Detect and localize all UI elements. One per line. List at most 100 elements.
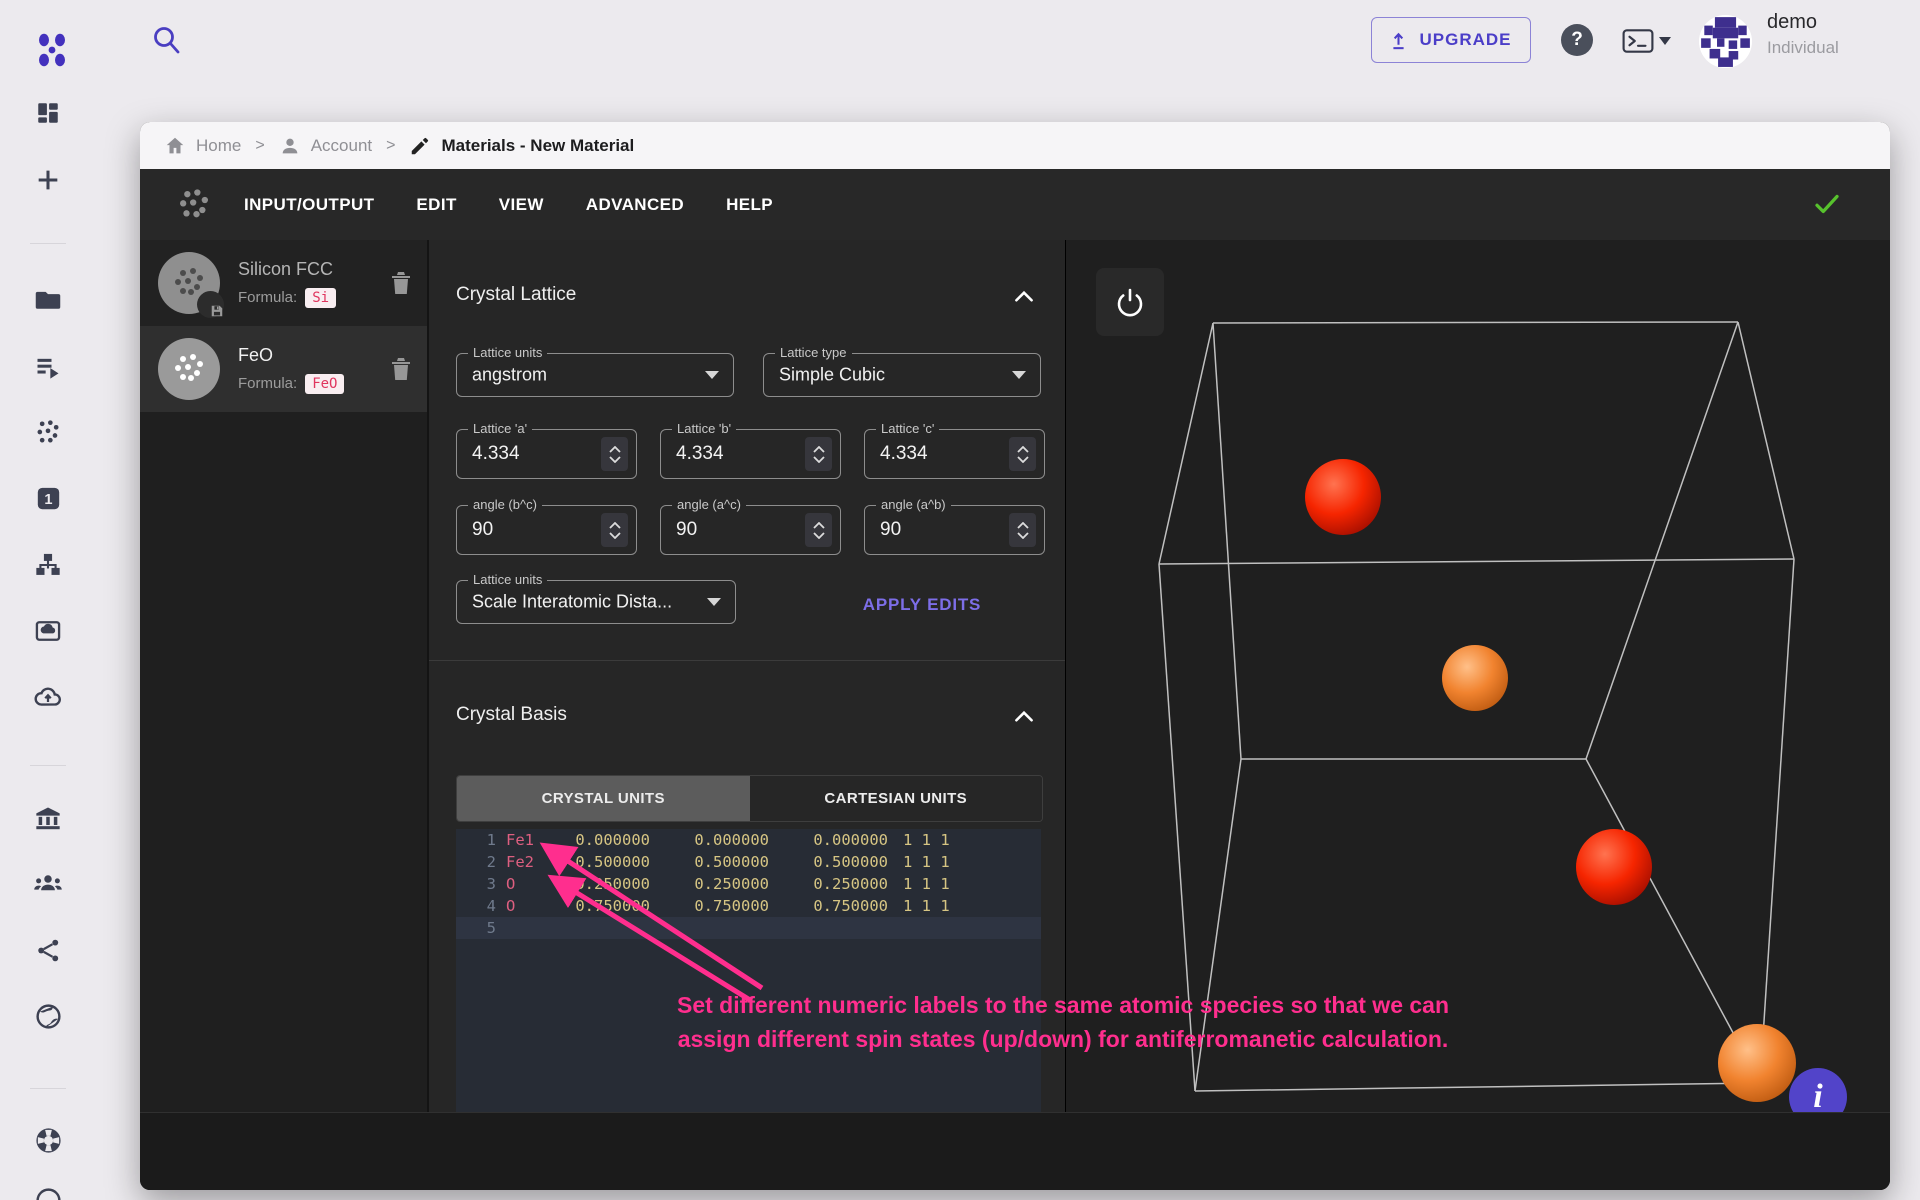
breadcrumb-account[interactable]: Account [279, 135, 372, 157]
trash-icon[interactable] [389, 355, 413, 383]
add-icon[interactable] [33, 165, 63, 195]
search-icon[interactable] [150, 24, 184, 58]
formula-chip: FeO [305, 374, 344, 394]
basis-units-tab[interactable]: CRYSTAL UNITS [457, 776, 750, 821]
basis-editor-row: 5 [456, 917, 1041, 939]
material-avatar [158, 252, 220, 314]
check-icon [1812, 189, 1842, 219]
atom-o2[interactable] [1718, 1024, 1796, 1102]
svg-text:1: 1 [44, 492, 52, 508]
chevron-up-icon[interactable] [1011, 284, 1037, 310]
user-menu[interactable]: demo Individual [1767, 11, 1839, 58]
dropdown-caret-icon [705, 371, 719, 379]
lattice-type-select[interactable]: Lattice type Simple Cubic [763, 353, 1041, 397]
lattice-units-select[interactable]: Lattice units angstrom [456, 353, 734, 397]
trash-icon[interactable] [389, 269, 413, 297]
institution-icon[interactable] [33, 803, 63, 833]
formula-label: Formula: [238, 289, 297, 306]
support-ring-icon[interactable] [33, 1125, 63, 1155]
jobs-list-icon[interactable] [33, 352, 63, 382]
element-label: Fe1 [506, 829, 570, 851]
element-label: O [506, 895, 570, 917]
line-number: 4 [456, 895, 496, 917]
cloud-upload-icon[interactable] [33, 682, 63, 712]
formula-chip: Si [305, 288, 336, 308]
globe-icon[interactable] [33, 1001, 63, 1031]
number-field[interactable]: Lattice 'a' 4.334 [456, 429, 637, 479]
bottom-bar [140, 1112, 1890, 1190]
media-cloud-icon[interactable] [33, 616, 63, 646]
terminal-icon[interactable] [1622, 26, 1684, 56]
share-icon[interactable] [33, 935, 63, 965]
one-box-icon[interactable]: 1 [33, 483, 63, 513]
dashboard-icon[interactable] [33, 98, 63, 128]
menu-bar: INPUT/OUTPUT EDIT VIEW ADVANCED HELP [140, 169, 1890, 240]
number-field[interactable]: angle (b^c) 90 [456, 505, 637, 555]
number-field[interactable]: Lattice 'c' 4.334 [864, 429, 1045, 479]
crystal-lattice-title: Crystal Lattice [456, 284, 576, 306]
menu-item[interactable]: HELP [726, 195, 773, 215]
home-icon [164, 135, 186, 157]
atom-o1[interactable] [1442, 645, 1508, 711]
upload-icon [1390, 31, 1407, 50]
basis-editor-row: 4 O 0.750000 0.750000 0.750000 1 1 1 [456, 895, 1041, 917]
stepper-icon[interactable] [1009, 437, 1036, 471]
folder-icon[interactable] [33, 285, 63, 315]
caret-down-icon [1659, 37, 1671, 45]
breadcrumb-current: Materials - New Material [409, 135, 634, 157]
atom-fe2[interactable] [1576, 829, 1652, 905]
workflow-tree-icon[interactable] [33, 550, 63, 580]
menu-item[interactable]: VIEW [499, 195, 544, 215]
lattice-number-fields: Lattice 'a' 4.334 Lattice 'b' 4.334 [456, 429, 1043, 555]
material-name: Silicon FCC [238, 259, 389, 280]
stepper-icon[interactable] [805, 513, 832, 547]
logo-icon[interactable] [34, 32, 70, 68]
material-list-item[interactable]: FeO Formula: FeO [140, 326, 427, 412]
stepper-icon[interactable] [601, 437, 628, 471]
element-label: O [506, 873, 570, 895]
material-dots-icon [171, 351, 207, 387]
upgrade-button[interactable]: UPGRADE [1371, 17, 1531, 63]
basis-units-tabs: CRYSTAL UNITSCARTESIAN UNITS [456, 775, 1043, 822]
material-name: FeO [238, 345, 389, 366]
basis-editor[interactable]: 1 Fe1 0.000000 0.000000 0.000000 1 1 1 2… [456, 829, 1041, 1112]
team-icon[interactable] [33, 869, 63, 899]
element-label [506, 917, 570, 939]
basis-units-tab[interactable]: CARTESIAN UNITS [750, 776, 1043, 821]
materials-designer-window: Home > Account > Materials - New Materia… [140, 122, 1890, 1190]
scale-units-select[interactable]: Lattice units Scale Interatomic Dista... [456, 580, 736, 624]
number-field[interactable]: Lattice 'b' 4.334 [660, 429, 841, 479]
menu-items: INPUT/OUTPUT EDIT VIEW ADVANCED HELP [244, 195, 815, 215]
materials-dots-icon[interactable] [33, 417, 63, 447]
help-icon[interactable]: ? [1561, 24, 1593, 56]
apply-edits-button[interactable]: APPLY EDITS [807, 595, 1037, 615]
rail-divider [30, 1088, 66, 1089]
rail-divider [30, 765, 66, 766]
number-field[interactable]: angle (a^b) 90 [864, 505, 1045, 555]
line-number: 3 [456, 873, 496, 895]
viewer-3d[interactable]: i [1066, 240, 1890, 1112]
chevron-up-icon[interactable] [1011, 704, 1037, 730]
saved-badge-icon [197, 291, 224, 318]
formula-label: Formula: [238, 375, 297, 392]
content-row: Silicon FCC Formula: Si [140, 240, 1890, 1112]
number-field[interactable]: angle (a^c) 90 [660, 505, 841, 555]
material-avatar [158, 338, 220, 400]
basis-editor-row: 1 Fe1 0.000000 0.000000 0.000000 1 1 1 [456, 829, 1041, 851]
stepper-icon[interactable] [1009, 513, 1036, 547]
rail-divider [30, 243, 66, 244]
stepper-icon[interactable] [805, 437, 832, 471]
crystal-form-panel: Crystal Lattice Lattice units angstrom L… [429, 240, 1066, 1112]
avatar-identicon[interactable] [1699, 15, 1752, 68]
menu-item[interactable]: ADVANCED [586, 195, 684, 215]
menu-item[interactable]: INPUT/OUTPUT [244, 195, 374, 215]
partial-bottom-icon[interactable] [33, 1185, 63, 1200]
breadcrumb-separator: > [255, 137, 264, 155]
basis-editor-row: 2 Fe2 0.500000 0.500000 0.500000 1 1 1 [456, 851, 1041, 873]
material-list-item[interactable]: Silicon FCC Formula: Si [140, 240, 427, 326]
stepper-icon[interactable] [601, 513, 628, 547]
breadcrumb-home[interactable]: Home [164, 135, 241, 157]
atom-fe1[interactable] [1305, 459, 1381, 535]
menu-item[interactable]: EDIT [416, 195, 456, 215]
breadcrumb-separator: > [386, 137, 395, 155]
